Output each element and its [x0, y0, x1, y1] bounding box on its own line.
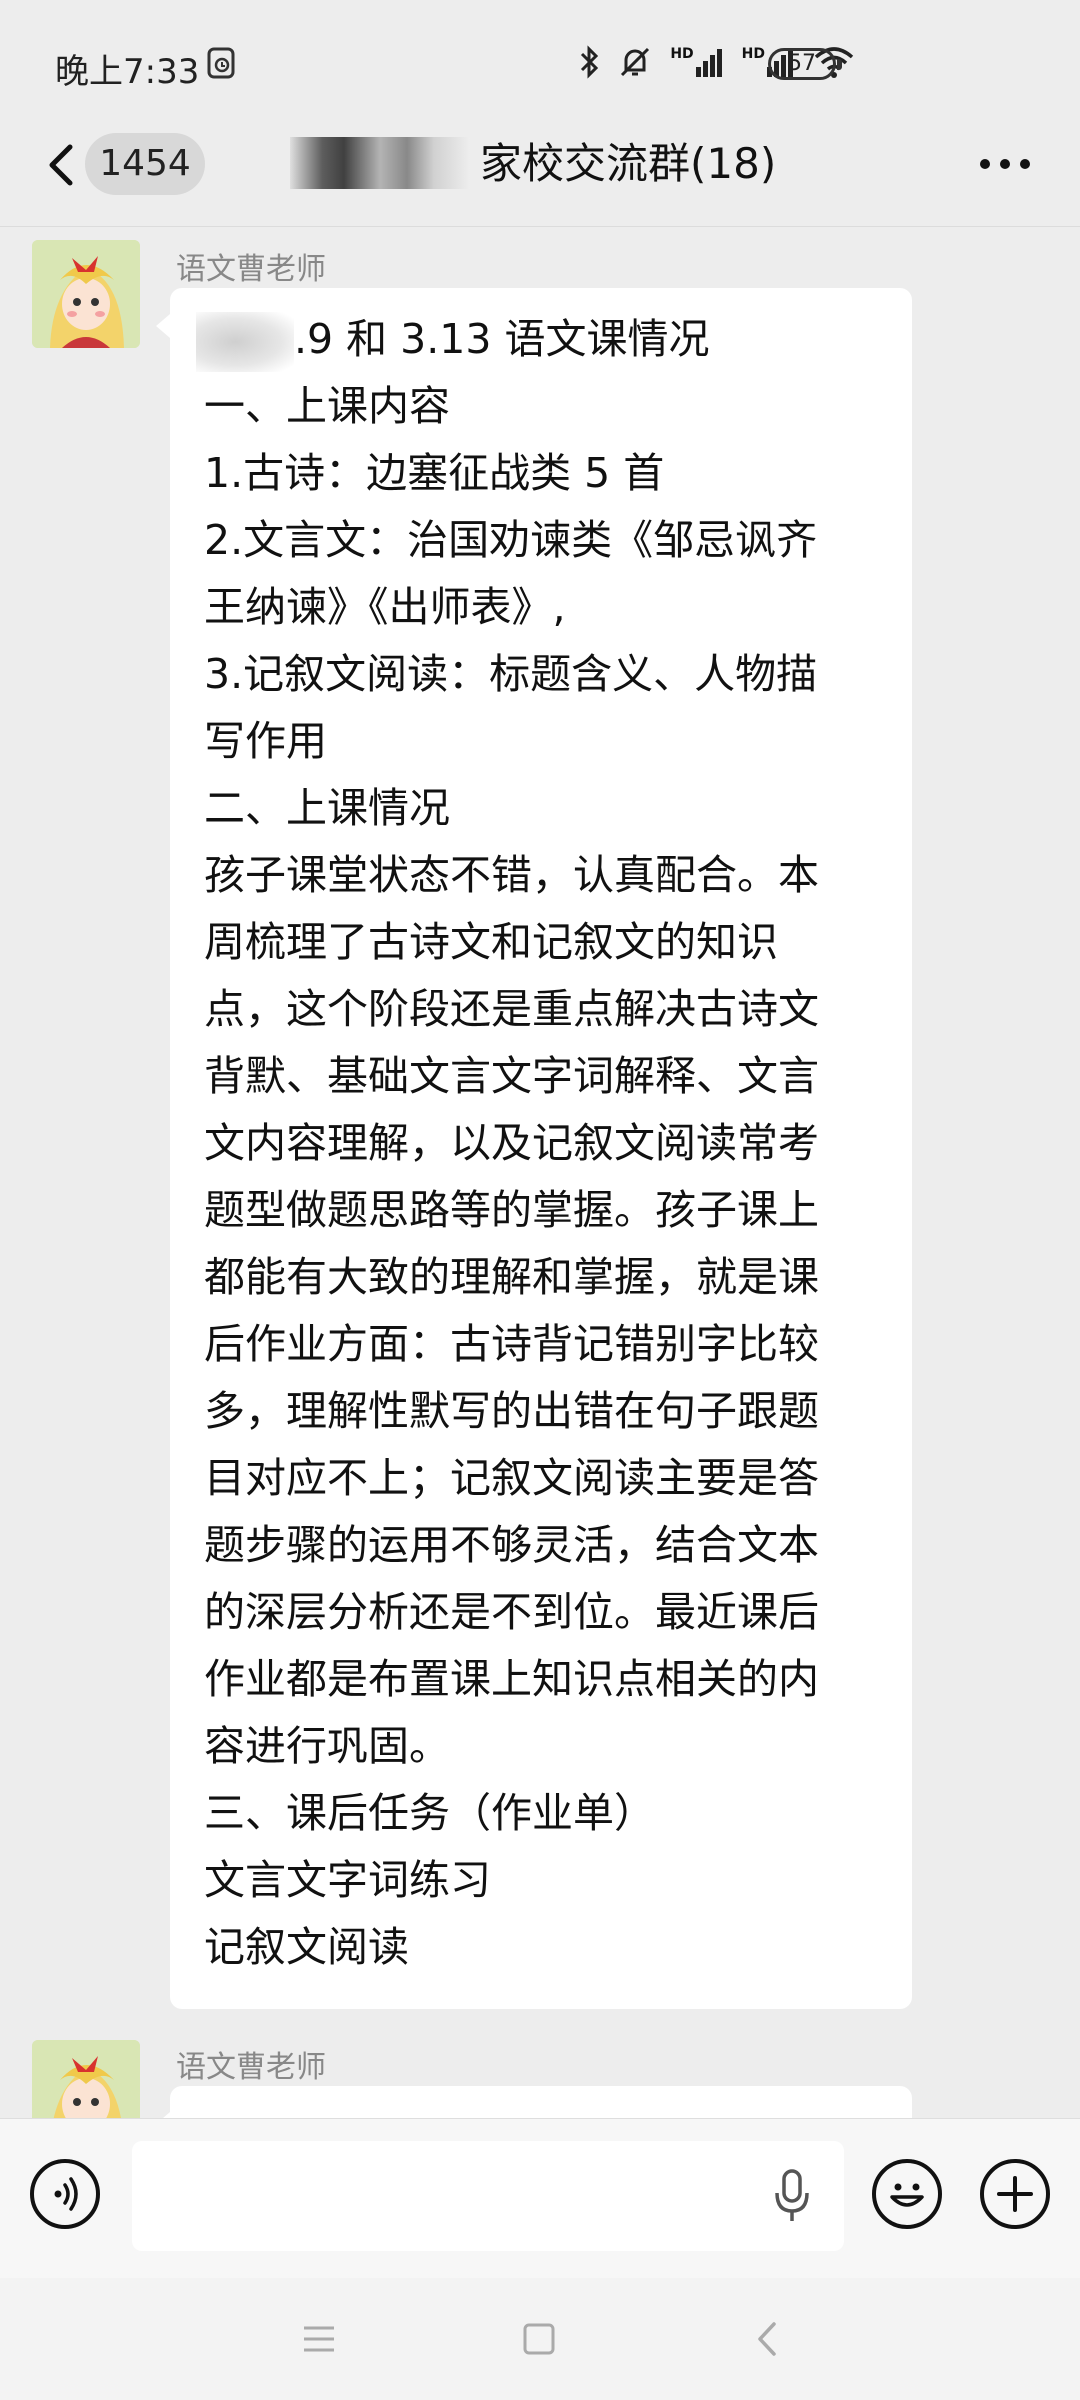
message-line: .9 和 3.13 语文课情况 [196, 306, 878, 373]
add-icon[interactable] [980, 2159, 1050, 2229]
message-line: 3.记叙文阅读：标题含义、人物描 [204, 650, 818, 698]
message-line: 二、上课情况 [204, 784, 450, 832]
sender-name: 语文曹老师 [176, 252, 326, 287]
message-line: 题步骤的运用不够灵活，结合文本 [204, 1521, 819, 1569]
message-line: 都能有大致的理解和掌握，就是课 [204, 1253, 819, 1301]
system-nav-bar [0, 2278, 1080, 2400]
message-input[interactable] [132, 2141, 844, 2251]
message-line: 周梳理了古诗文和记叙文的知识 [204, 918, 778, 966]
voice-icon[interactable] [30, 2159, 100, 2229]
message-line: 一、上课内容 [204, 382, 450, 430]
signal-icon [695, 49, 722, 77]
signal-1: HD [670, 47, 723, 77]
message-line: 的深层分析还是不到位。最近课后 [204, 1588, 819, 1636]
message-line: 三、课后任务（作业单） [204, 1789, 655, 1837]
avatar[interactable] [32, 240, 140, 348]
message-line: 容进行巩固。 [204, 1722, 450, 1770]
message-line-text: .9 和 3.13 语文课情况 [294, 315, 710, 363]
message-line: 文言文字词练习 [204, 1856, 491, 1904]
avatar-image [32, 240, 140, 348]
nav-back-icon[interactable] [752, 2320, 782, 2358]
redacted-text [196, 312, 294, 372]
message-bubble[interactable]: .9 和 3.13 语文课情况 一、上课内容 1.古诗：边塞征战类 5 首 2.… [156, 288, 912, 2009]
message-line: 写作用 [204, 717, 327, 765]
status-time: 晚上7:33 [55, 52, 200, 92]
message-line: 作业都是布置课上知识点相关的内 [204, 1655, 819, 1703]
message-line: 背默、基础文言文字词解释、文言 [204, 1052, 819, 1100]
alarm-clock-icon [207, 47, 235, 79]
redacted-title-part [290, 137, 470, 189]
unread-count-badge[interactable]: 1454 [85, 133, 205, 195]
hd-label-1: HD [670, 46, 694, 62]
status-bar: 晚上7:33 HD HD 57 [0, 0, 1080, 130]
more-horizontal-icon[interactable] [975, 139, 1035, 189]
menu-icon[interactable] [302, 2322, 336, 2356]
message-line: 文内容理解，以及记叙文阅读常考 [204, 1119, 819, 1167]
battery-indicator: 57 [768, 48, 842, 80]
smiley-glyph [890, 2183, 924, 2207]
message-line: 目对应不上；记叙文阅读主要是答 [204, 1454, 819, 1502]
message-line: 点，这个阶段还是重点解决古诗文 [204, 985, 819, 1033]
message-line: 记叙文阅读 [204, 1923, 409, 1971]
mute-bell-icon [621, 47, 650, 77]
bluetooth-icon [581, 45, 599, 79]
voice-wave-glyph [54, 2177, 78, 2211]
plus-glyph [997, 2176, 1033, 2212]
chat-title: 家校交流群(18) [480, 139, 777, 188]
microphone-icon[interactable] [770, 2167, 814, 2227]
home-icon[interactable] [522, 2322, 556, 2356]
message-line: 题型做题思路等的掌握。孩子课上 [204, 1186, 819, 1234]
chat-input-bar [0, 2118, 1080, 2279]
message-line: 后作业方面：古诗背记错别字比较 [204, 1320, 819, 1368]
message-line: 1.古诗：边塞征战类 5 首 [204, 449, 665, 497]
chat-header: 1454 家校交流群(18) [0, 115, 1080, 225]
emoji-icon[interactable] [872, 2159, 942, 2229]
message-line: 2.文言文：治国劝谏类《邹忌讽齐 [204, 516, 818, 564]
header-divider [0, 226, 1080, 227]
message-line: 孩子课堂状态不错，认真配合。本 [204, 851, 819, 899]
chevron-left-icon[interactable] [38, 135, 88, 195]
hd-label-2: HD [741, 46, 765, 62]
message-line: 王纳谏》《出师表》, [204, 583, 566, 631]
message-line: 多，理解性默写的出错在句子跟题 [204, 1387, 819, 1435]
sender-name: 语文曹老师 [176, 2050, 326, 2085]
